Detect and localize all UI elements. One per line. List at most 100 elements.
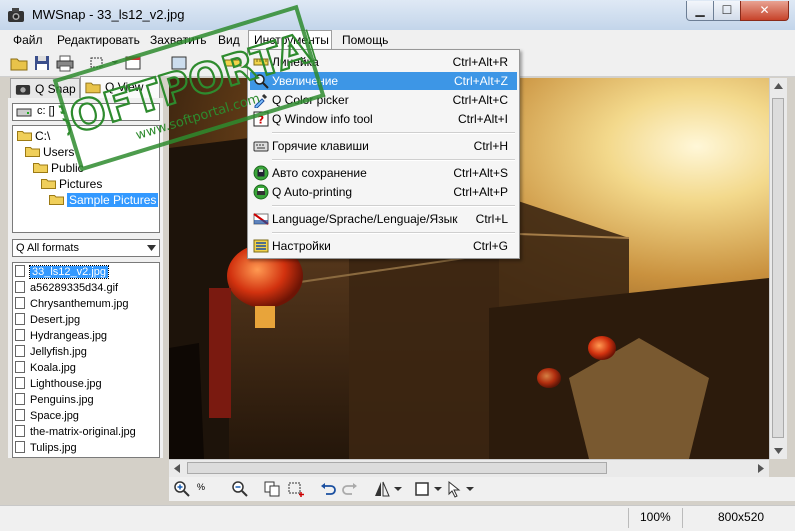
- file-list-item[interactable]: Tulips.jpg: [15, 440, 77, 456]
- menu-item-window-info[interactable]: ? Q Window info tool Ctrl+Alt+I: [250, 110, 517, 128]
- crop-icon[interactable]: [287, 480, 305, 498]
- zoom-in-icon[interactable]: [173, 480, 191, 498]
- redo-icon[interactable]: [341, 480, 359, 498]
- file-list-item[interactable]: Hydrangeas.jpg: [15, 328, 107, 344]
- menu-item-hotkeys[interactable]: Горячие клавиши Ctrl+H: [250, 137, 517, 155]
- tab-view[interactable]: Q View: [80, 76, 160, 98]
- file-icon: [15, 425, 25, 437]
- maximize-button[interactable]: ☐: [713, 1, 741, 21]
- copy-icon[interactable]: [263, 480, 281, 498]
- file-list-item[interactable]: the-matrix-original.jpg: [15, 424, 136, 440]
- pointer-icon[interactable]: [445, 480, 463, 498]
- scroll-down-icon[interactable]: [774, 447, 783, 455]
- file-list-item[interactable]: Penguins.jpg: [15, 392, 94, 408]
- close-button[interactable]: ✕: [740, 1, 789, 21]
- folder-label: Pictures: [59, 177, 103, 191]
- capture-window-icon[interactable]: [124, 54, 142, 72]
- file-name: Desert.jpg: [30, 314, 81, 326]
- ruler-icon: [253, 58, 269, 66]
- folder-tree[interactable]: C:\ Users Public Pictures Sample Pictures: [12, 125, 160, 233]
- file-name: Koala.jpg: [30, 362, 76, 374]
- open-folder-icon[interactable]: [10, 54, 28, 72]
- capture-rect-icon[interactable]: [88, 54, 106, 72]
- chevron-down-icon[interactable]: [433, 480, 443, 498]
- chevron-down-icon[interactable]: [393, 480, 403, 498]
- chevron-down-icon: [147, 245, 156, 251]
- menu-edit[interactable]: Редактировать: [57, 33, 140, 47]
- chevron-down-icon[interactable]: [106, 54, 124, 72]
- tab-snap[interactable]: Q Snap: [10, 78, 80, 98]
- scroll-right-icon[interactable]: [757, 464, 765, 473]
- file-list-item[interactable]: Chrysanthemum.jpg: [15, 296, 128, 312]
- flip-icon[interactable]: [373, 480, 391, 498]
- menu-item-language[interactable]: Language/Sprache/Lenguaje/Язык Ctrl+L: [250, 210, 517, 228]
- menu-item-autoprint[interactable]: Q Auto-printing Ctrl+Alt+P: [250, 183, 517, 201]
- eyedropper-icon: [254, 93, 268, 108]
- minimize-button[interactable]: ▁: [686, 1, 714, 21]
- frame-icon[interactable]: [413, 480, 431, 498]
- file-icon: [15, 297, 25, 309]
- file-list-item[interactable]: Koala.jpg: [15, 360, 76, 376]
- drive-select[interactable]: c: []: [12, 103, 160, 121]
- scroll-up-icon[interactable]: [774, 82, 783, 90]
- format-filter-select[interactable]: Q All formats: [12, 239, 160, 257]
- file-icon: [15, 281, 25, 293]
- file-list-item[interactable]: a56289335d34.gif: [15, 280, 118, 296]
- ruler-toolbar-icon[interactable]: [224, 54, 242, 72]
- file-icon: [15, 313, 25, 325]
- folder-tree-item[interactable]: Pictures: [41, 176, 102, 192]
- vertical-scrollbar[interactable]: [769, 78, 787, 459]
- folder-tree-item[interactable]: Users: [25, 144, 74, 160]
- file-list-item[interactable]: 33_ls12_v2.jpg: [15, 264, 110, 280]
- save-icon[interactable]: [33, 54, 51, 72]
- menu-item-magnifier[interactable]: Увеличение Ctrl+Alt+Z: [250, 72, 517, 90]
- tools-menu: Линейка Ctrl+Alt+R Увеличение Ctrl+Alt+Z…: [247, 49, 520, 259]
- menu-item-autosave[interactable]: Авто сохранение Ctrl+Alt+S: [250, 164, 517, 182]
- menu-file[interactable]: Файл: [13, 33, 43, 47]
- file-list-item[interactable]: Jellyfish.jpg: [15, 344, 87, 360]
- file-list-item[interactable]: Lighthouse.jpg: [15, 376, 102, 392]
- zoom-percent-label[interactable]: %: [197, 482, 205, 492]
- scroll-left-icon[interactable]: [173, 464, 181, 473]
- folder-tree-item[interactable]: Sample Pictures: [49, 192, 159, 208]
- file-icon: [15, 441, 25, 453]
- tab-snap-label: Q Snap: [35, 82, 76, 96]
- undo-icon[interactable]: [319, 480, 337, 498]
- file-list[interactable]: 33_ls12_v2.jpg a56289335d34.gif Chrysanthe…: [12, 262, 160, 458]
- capture-region-icon[interactable]: [170, 54, 188, 72]
- menu-view[interactable]: Вид: [218, 33, 240, 47]
- status-divider: [628, 508, 629, 528]
- file-list-item[interactable]: Space.jpg: [15, 408, 79, 424]
- folder-icon: [49, 195, 64, 205]
- title-bar: MWSnap - 33_ls12_v2.jpg ▁ ☐ ✕: [0, 0, 795, 31]
- horizontal-scrollbar[interactable]: [169, 459, 769, 477]
- file-name: Jellyfish.jpg: [30, 346, 87, 358]
- file-list-item[interactable]: Desert.jpg: [15, 312, 80, 328]
- folder-icon: [17, 131, 32, 141]
- menu-item-color-picker[interactable]: Q Color picker Ctrl+Alt+C: [250, 91, 517, 109]
- menu-separator: [272, 159, 515, 161]
- menu-item-settings[interactable]: Настройки Ctrl+G: [250, 237, 517, 255]
- file-name: a56289335d34.gif: [30, 282, 119, 294]
- menu-capture[interactable]: Захватить: [150, 33, 207, 47]
- file-name: Tulips.jpg: [30, 442, 77, 454]
- horizontal-scroll-thumb[interactable]: [187, 462, 607, 474]
- format-filter-value: Q All formats: [16, 242, 79, 254]
- file-icon: [15, 265, 25, 277]
- folder-tree-item[interactable]: Public: [33, 160, 84, 176]
- camera-icon: [15, 84, 31, 95]
- folder-tree-item[interactable]: C:\: [17, 128, 50, 144]
- zoom-out-icon[interactable]: [231, 480, 249, 498]
- menu-tools[interactable]: Инструменты: [254, 33, 329, 47]
- menu-help[interactable]: Помощь: [342, 33, 388, 47]
- status-zoom: 100%: [640, 510, 671, 524]
- print-icon[interactable]: [56, 54, 74, 72]
- menu-item-ruler[interactable]: Линейка Ctrl+Alt+R: [250, 53, 517, 71]
- file-name: Chrysanthemum.jpg: [30, 298, 129, 310]
- folder-label: Users: [43, 145, 75, 159]
- settings-icon: [253, 239, 269, 253]
- chevron-down-icon[interactable]: [465, 480, 475, 498]
- autoprint-icon: [253, 184, 269, 200]
- vertical-scroll-thumb[interactable]: [772, 98, 784, 438]
- file-icon: [15, 329, 25, 341]
